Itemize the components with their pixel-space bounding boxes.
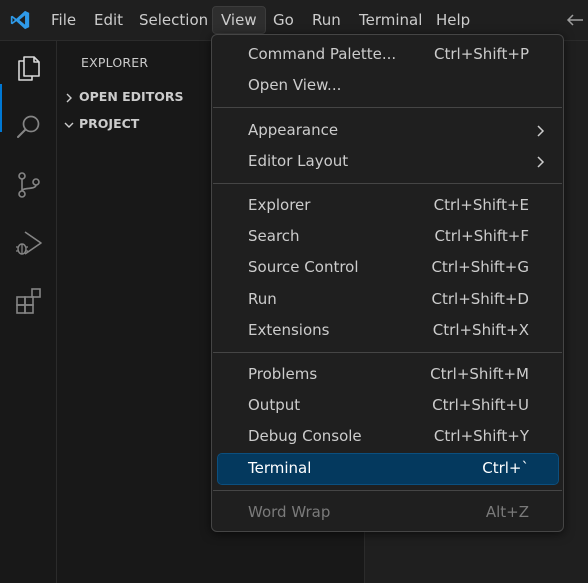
section-open-editors[interactable]: OPEN EDITORS [63,86,184,108]
menu-item-label: Word Wrap [248,503,331,521]
menu-item-label: Terminal [248,459,312,477]
menu-item-shortcut: Ctrl+Shift+G [431,258,529,276]
view-menu-dropdown: Command Palette... Ctrl+Shift+P Open Vie… [211,34,564,532]
menu-item-label: Extensions [248,321,330,339]
menu-item-label: Appearance [248,121,339,139]
chevron-down-icon [64,122,74,128]
menu-view[interactable]: View [212,6,266,34]
extensions-icon[interactable] [13,285,45,317]
menu-item-label: Run [248,290,277,308]
chevron-right-icon [66,93,72,102]
activity-bar [0,41,57,583]
menu-item-label: Explorer [248,196,311,214]
sidebar-title: EXPLORER [81,55,149,70]
menu-item-explorer[interactable]: Explorer Ctrl+Shift+E [218,191,558,221]
menu-item-shortcut: Ctrl+Shift+P [434,45,529,63]
menu-item-label: Editor Layout [248,152,349,170]
back-arrow-icon[interactable] [565,12,585,28]
menu-item-source-control[interactable]: Source Control Ctrl+Shift+G [218,253,558,283]
source-control-icon[interactable] [13,169,45,201]
section-label: PROJECT [79,116,140,131]
menu-item-label: Output [248,396,301,414]
menu-go[interactable]: Go [265,6,302,34]
menu-item-label: Open View... [248,76,342,94]
menu-item-terminal[interactable]: Terminal Ctrl+` [217,453,559,485]
menu-item-appearance[interactable]: Appearance [218,116,558,146]
menu-item-shortcut: Ctrl+Shift+D [431,290,529,308]
menu-item-output[interactable]: Output Ctrl+Shift+U [218,391,558,421]
active-indicator [0,84,2,132]
menu-run[interactable]: Run [304,6,349,34]
menu-item-run[interactable]: Run Ctrl+Shift+D [218,285,558,315]
menu-item-shortcut: Ctrl+Shift+M [430,365,529,383]
menu-item-editor-layout[interactable]: Editor Layout [218,147,558,177]
section-project[interactable]: PROJECT [63,113,139,135]
vscode-logo-icon[interactable] [9,9,31,31]
menu-item-shortcut: Ctrl+Shift+U [432,396,529,414]
run-debug-icon[interactable] [13,227,45,259]
menu-item-label: Search [248,227,300,245]
menu-separator [213,107,562,108]
menu-item-shortcut: Ctrl+Shift+E [433,196,529,214]
menu-terminal[interactable]: Terminal [351,6,430,34]
menu-item-debug-console[interactable]: Debug Console Ctrl+Shift+Y [218,422,558,452]
menu-item-shortcut: Ctrl+` [482,459,529,477]
menu-item-word-wrap: Word Wrap Alt+Z [218,498,558,528]
explorer-icon[interactable] [13,52,45,84]
menu-edit[interactable]: Edit [86,6,131,34]
menu-item-open-view[interactable]: Open View... [218,71,558,101]
menu-item-shortcut: Ctrl+Shift+F [434,227,529,245]
menu-item-shortcut: Alt+Z [485,503,529,521]
section-label: OPEN EDITORS [79,89,184,104]
menu-item-problems[interactable]: Problems Ctrl+Shift+M [218,360,558,390]
menu-item-label: Debug Console [248,427,362,445]
menu-item-extensions[interactable]: Extensions Ctrl+Shift+X [218,316,558,346]
menu-separator [213,183,562,184]
menu-help[interactable]: Help [428,6,478,34]
menu-item-command-palette[interactable]: Command Palette... Ctrl+Shift+P [218,40,558,70]
menu-separator [213,352,562,353]
menu-item-shortcut: Ctrl+Shift+X [432,321,529,339]
menu-item-label: Source Control [248,258,359,276]
chevron-right-icon [537,125,545,137]
menu-file[interactable]: File [43,6,84,34]
menu-item-shortcut: Ctrl+Shift+Y [433,427,529,445]
menu-separator [213,490,562,491]
menu-item-label: Problems [248,365,318,383]
menu-item-search[interactable]: Search Ctrl+Shift+F [218,222,558,252]
search-icon[interactable] [13,111,45,143]
menu-selection[interactable]: Selection [131,6,216,34]
menu-item-label: Command Palette... [248,45,397,63]
chevron-right-icon [537,156,545,168]
